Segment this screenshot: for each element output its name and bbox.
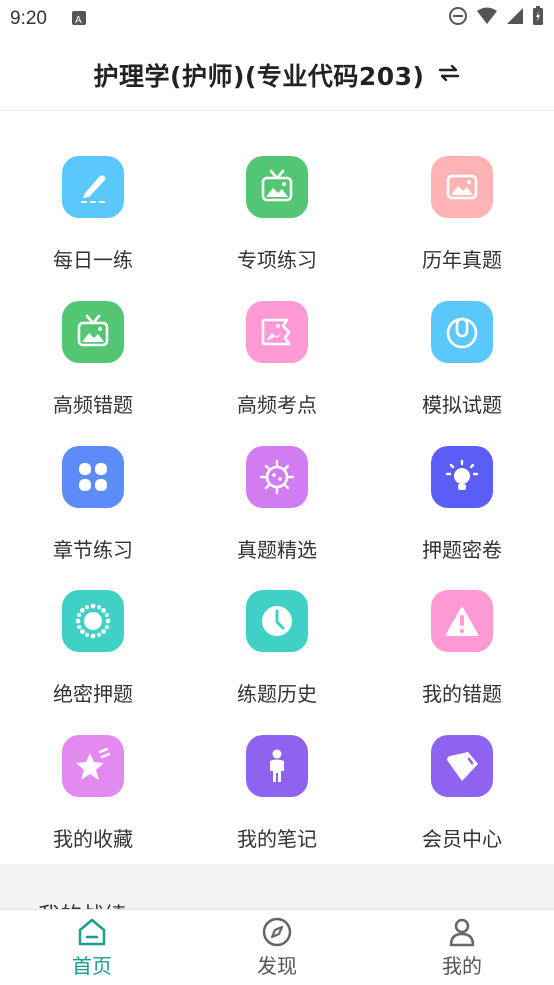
grid-item-7[interactable]: 真题精选 xyxy=(202,446,352,576)
bottom-tab-bar: 首页 发现 我的 xyxy=(0,909,554,985)
user-icon xyxy=(449,918,475,947)
grid-item-label: 押题密卷 xyxy=(422,538,502,562)
grid-item-1[interactable]: 专项练习 xyxy=(202,156,352,286)
person-icon xyxy=(246,735,308,797)
grid-item-label: 我的笔记 xyxy=(237,827,317,851)
virus-icon xyxy=(246,446,308,508)
wifi-icon xyxy=(477,7,497,24)
grid-item-label: 专项练习 xyxy=(237,248,317,272)
tab-mine[interactable]: 我的 xyxy=(412,910,512,985)
grid-item-11[interactable]: 我的错题 xyxy=(387,590,537,720)
grid-item-4[interactable]: 高频考点 xyxy=(202,301,352,431)
tv-icon xyxy=(246,156,308,218)
four-squares-icon xyxy=(62,446,124,508)
grid-item-0[interactable]: 每日一练 xyxy=(18,156,168,286)
tab-discover[interactable]: 发现 xyxy=(227,910,327,985)
grid-item-label: 绝密押题 xyxy=(53,682,133,706)
grid-item-9[interactable]: 绝密押题 xyxy=(18,590,168,720)
grid-item-label: 每日一练 xyxy=(53,248,133,272)
grid-item-13[interactable]: 我的笔记 xyxy=(202,735,352,865)
home-icon xyxy=(78,918,106,946)
diamond-icon xyxy=(431,735,493,797)
grid-item-6[interactable]: 章节练习 xyxy=(18,446,168,576)
page-title[interactable]: 护理学(护师)(专业代码203) xyxy=(94,57,425,93)
header: 护理学(护师)(专业代码203) xyxy=(0,40,554,111)
battery-icon xyxy=(533,6,543,25)
dnd-icon xyxy=(449,7,467,25)
grid-item-5[interactable]: 模拟试题 xyxy=(387,301,537,431)
grid-item-14[interactable]: 会员中心 xyxy=(387,735,537,865)
swap-arrows-icon[interactable] xyxy=(438,63,460,88)
tab-mine-label: 我的 xyxy=(442,954,482,978)
mouse-icon xyxy=(431,301,493,363)
status-icons xyxy=(448,6,544,26)
grid-item-label: 模拟试题 xyxy=(422,393,502,417)
grid-item-label: 我的收藏 xyxy=(53,827,133,851)
lightbulb-icon xyxy=(431,446,493,508)
status-bar: 9:20 A xyxy=(0,0,554,38)
star-icon xyxy=(62,735,124,797)
grid-item-label: 我的错题 xyxy=(422,682,502,706)
grid-item-12[interactable]: 我的收藏 xyxy=(18,735,168,865)
picture-icon xyxy=(431,156,493,218)
compass-icon xyxy=(262,917,292,947)
notification-icon: A xyxy=(72,11,86,26)
grid-item-10[interactable]: 练题历史 xyxy=(202,590,352,720)
grid-item-label: 会员中心 xyxy=(422,827,502,851)
broken-picture-icon xyxy=(246,301,308,363)
svg-text:A: A xyxy=(75,15,82,26)
ring-icon xyxy=(62,590,124,652)
tab-discover-label: 发现 xyxy=(257,954,297,978)
grid-item-label: 章节练习 xyxy=(53,538,133,562)
status-time: 9:20 xyxy=(10,8,47,29)
tab-home[interactable]: 首页 xyxy=(42,910,142,985)
grid-item-label: 高频错题 xyxy=(53,393,133,417)
grid-item-3[interactable]: 高频错题 xyxy=(18,301,168,431)
tab-home-label: 首页 xyxy=(72,954,112,978)
tv-icon xyxy=(62,301,124,363)
grid-item-label: 高频考点 xyxy=(237,393,317,417)
section-band: 我的战绩 xyxy=(0,864,554,910)
signal-icon xyxy=(507,8,523,24)
grid-item-2[interactable]: 历年真题 xyxy=(387,156,537,286)
warning-icon xyxy=(431,590,493,652)
pen-icon xyxy=(62,156,124,218)
grid-item-label: 真题精选 xyxy=(237,538,317,562)
grid-item-8[interactable]: 押题密卷 xyxy=(387,446,537,576)
grid-item-label: 历年真题 xyxy=(422,248,502,272)
clock-icon xyxy=(246,590,308,652)
grid-item-label: 练题历史 xyxy=(237,682,317,706)
